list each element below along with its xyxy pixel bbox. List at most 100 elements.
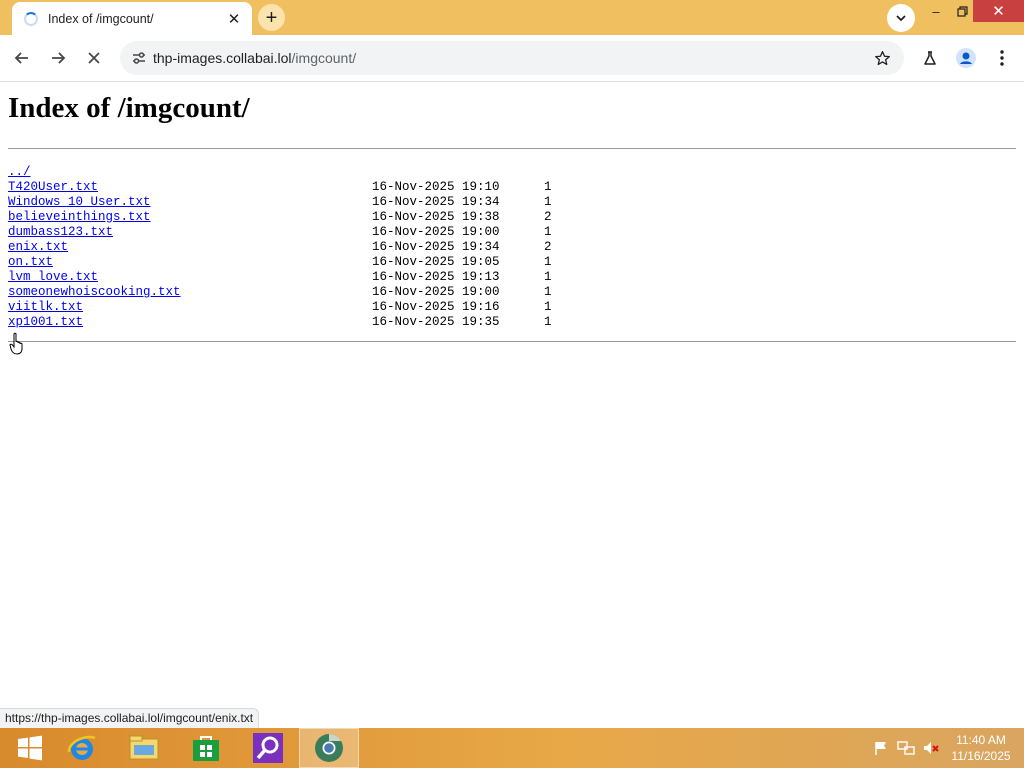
file-size: 1 (544, 270, 552, 284)
file-date: 16-Nov-2025 19:16 (372, 300, 500, 314)
file-row: T420User.txt 16-Nov-2025 19:10 1 (8, 180, 568, 195)
forward-button[interactable] (44, 44, 72, 72)
taskbar-search-app[interactable] (238, 728, 298, 768)
file-explorer-icon (129, 735, 159, 760)
site-info-button[interactable] (127, 46, 151, 70)
file-date: 16-Nov-2025 19:00 (372, 225, 500, 239)
store-icon (193, 736, 219, 761)
browser-tab[interactable]: Index of /imgcount/ ✕ (12, 2, 252, 35)
tune-icon (133, 52, 145, 64)
url-text[interactable]: thp-images.collabai.lol/imgcount/ (153, 50, 356, 66)
taskbar-internet-explorer[interactable] (52, 728, 112, 768)
file-link[interactable]: xp1001.txt (8, 315, 83, 330)
file-link[interactable]: Windows 10 User.txt (8, 195, 151, 210)
chrome-icon (315, 734, 343, 762)
file-date: 16-Nov-2025 19:05 (372, 255, 500, 269)
new-tab-button[interactable]: + (258, 4, 285, 31)
bookmark-button[interactable] (870, 46, 894, 70)
file-link[interactable]: dumbass123.txt (8, 225, 113, 240)
file-size: 1 (544, 315, 552, 329)
loading-spinner-icon (24, 11, 38, 26)
file-size: 1 (544, 300, 552, 314)
start-button[interactable] (0, 728, 60, 768)
parent-row: ../ (8, 165, 568, 180)
volume-button[interactable] (920, 728, 942, 768)
labs-button[interactable] (916, 44, 944, 72)
file-row: on.txt 16-Nov-2025 19:05 1 (8, 255, 568, 270)
taskbar-store[interactable] (176, 728, 236, 768)
network-icon (897, 741, 915, 755)
file-link[interactable]: T420User.txt (8, 180, 98, 195)
file-row: someonewhoiscooking.txt 16-Nov-2025 19:00… (8, 285, 568, 300)
file-size: 1 (544, 225, 552, 239)
file-link[interactable]: someonewhoiscooking.txt (8, 285, 181, 300)
url-host: thp-images.collabai.lol (153, 50, 292, 66)
hand-cursor-icon (9, 332, 23, 355)
tab-title: Index of /imgcount/ (48, 11, 154, 26)
star-icon (874, 50, 890, 65)
parent-directory-link[interactable]: ../ (8, 165, 31, 180)
file-row: lvm_love.txt 16-Nov-2025 19:13 1 (8, 270, 568, 285)
file-row: believeinthings.txt 16-Nov-2025 19:38 2 (8, 210, 568, 225)
file-date: 16-Nov-2025 19:13 (372, 270, 500, 284)
file-row: dumbass123.txt 16-Nov-2025 19:00 1 (8, 225, 568, 240)
file-date: 16-Nov-2025 19:10 (372, 180, 500, 194)
file-date: 16-Nov-2025 19:34 (372, 240, 500, 254)
file-link[interactable]: enix.txt (8, 240, 68, 255)
close-window-button[interactable]: ✕ (973, 0, 1024, 22)
address-bar[interactable]: thp-images.collabai.lol/imgcount/ (120, 41, 904, 75)
file-row: viitlk.txt 16-Nov-2025 19:16 1 (8, 300, 568, 315)
file-link[interactable]: believeinthings.txt (8, 210, 151, 225)
clock-date: 11/16/2025 (951, 749, 1011, 763)
internet-explorer-icon (67, 735, 96, 760)
action-center-button[interactable] (870, 728, 892, 768)
clock-time: 11:40 AM (956, 733, 1006, 747)
tab-close-icon[interactable]: ✕ (224, 9, 244, 29)
windows-logo-icon (18, 735, 42, 761)
file-link[interactable]: viitlk.txt (8, 300, 83, 315)
file-size: 2 (544, 210, 552, 224)
stop-icon (88, 52, 100, 64)
taskbar: 11:40 AM 11/16/2025 (0, 728, 1024, 768)
directory-listing: ../ T420User.txt 16-Nov-2025 19:10 1 Window… (8, 165, 568, 330)
file-date: 16-Nov-2025 19:00 (372, 285, 500, 299)
file-size: 1 (544, 255, 552, 269)
status-url-bubble: https://thp-images.collabai.lol/imgcount… (0, 708, 260, 728)
restore-icon (956, 5, 968, 17)
file-link[interactable]: lvm_love.txt (8, 270, 98, 285)
taskbar-file-explorer[interactable] (114, 728, 174, 768)
file-row: enix.txt 16-Nov-2025 19:34 2 (8, 240, 568, 255)
flag-icon (875, 742, 886, 755)
page-title: Index of /imgcount/ (8, 92, 250, 124)
flask-icon (924, 51, 936, 65)
file-date: 16-Nov-2025 19:34 (372, 195, 500, 209)
tab-search-button[interactable] (887, 4, 915, 32)
menu-button[interactable] (988, 44, 1016, 72)
stop-loading-button[interactable] (80, 44, 108, 72)
system-clock[interactable]: 11:40 AM 11/16/2025 (946, 732, 1016, 764)
search-app-icon (253, 733, 283, 763)
url-path: /imgcount/ (291, 50, 357, 66)
arrow-right-icon (52, 52, 66, 64)
taskbar-chrome[interactable] (299, 728, 359, 768)
chevron-down-icon (896, 15, 906, 22)
file-date: 16-Nov-2025 19:35 (372, 315, 500, 329)
file-date: 16-Nov-2025 19:38 (372, 210, 500, 224)
file-size: 1 (544, 180, 552, 194)
browser-toolbar: thp-images.collabai.lol/imgcount/ (0, 35, 1024, 82)
file-link[interactable]: on.txt (8, 255, 53, 270)
file-row: xp1001.txt 16-Nov-2025 19:35 1 (8, 315, 568, 330)
more-vertical-icon (1000, 50, 1004, 66)
volume-muted-icon (924, 742, 939, 754)
arrow-left-icon (14, 52, 28, 64)
browser-tab-strip: Index of /imgcount/ ✕ + – ✕ (0, 0, 1024, 35)
network-button[interactable] (894, 728, 918, 768)
divider (8, 341, 1016, 342)
divider (8, 148, 1016, 149)
page-content: Index of /imgcount/ ../ T420User.txt 16-N… (0, 82, 1024, 728)
file-row: Windows 10 User.txt 16-Nov-2025 19:34 1 (8, 195, 568, 210)
back-button[interactable] (8, 44, 36, 72)
avatar-icon (956, 48, 976, 68)
profile-button[interactable] (952, 44, 980, 72)
file-size: 2 (544, 240, 552, 254)
